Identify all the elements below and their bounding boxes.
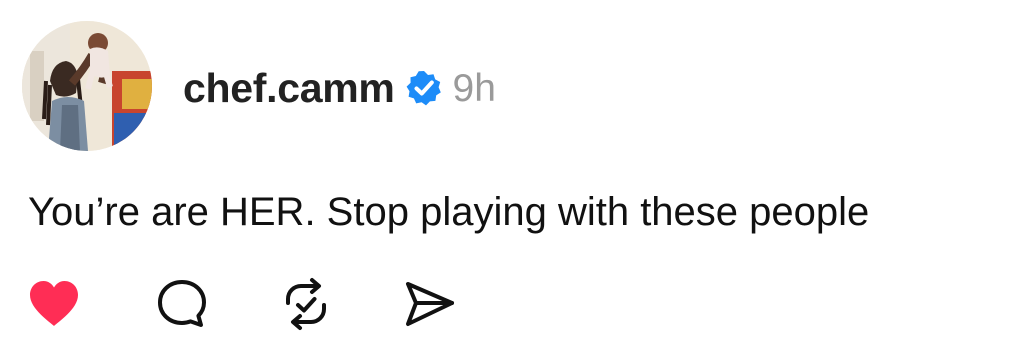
heart-icon bbox=[30, 281, 78, 326]
username[interactable]: chef.camm bbox=[183, 67, 395, 109]
verified-badge-icon bbox=[405, 69, 443, 107]
post-text: You’re are HER. Stop playing with these … bbox=[28, 190, 870, 234]
avatar-photo bbox=[22, 21, 152, 151]
post-timestamp: 9h bbox=[452, 66, 496, 110]
post-card: chef.camm 9h You’re are HER. Stop playin… bbox=[0, 0, 1018, 339]
speech-bubble-icon bbox=[158, 280, 206, 327]
post-header: chef.camm 9h bbox=[183, 62, 496, 114]
avatar[interactable] bbox=[22, 21, 152, 151]
share-button[interactable] bbox=[402, 276, 458, 332]
like-button[interactable] bbox=[26, 276, 82, 332]
repost-button[interactable] bbox=[278, 276, 334, 332]
repost-icon bbox=[286, 278, 326, 330]
comment-button[interactable] bbox=[154, 276, 210, 332]
paper-plane-icon bbox=[406, 282, 454, 326]
